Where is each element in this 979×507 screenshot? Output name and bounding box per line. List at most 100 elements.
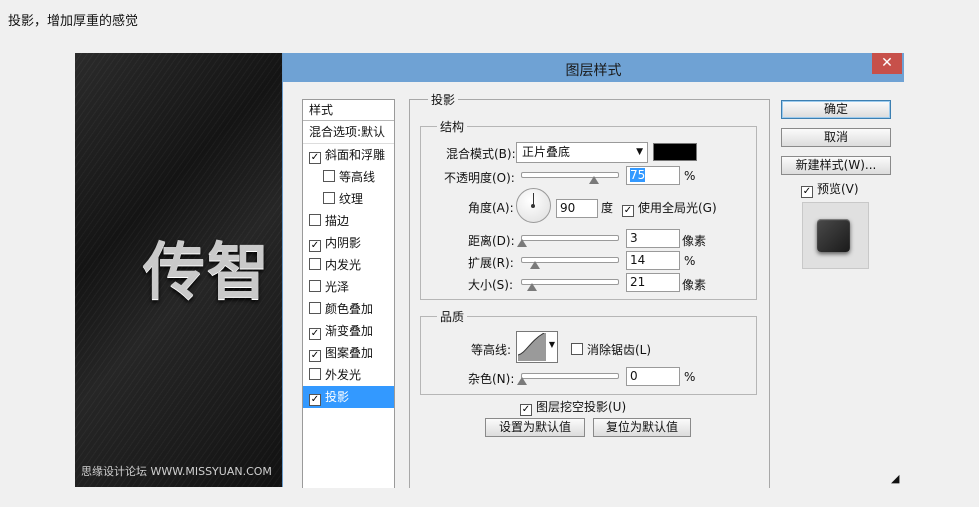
style-preview-box — [802, 202, 869, 269]
style-item-check-icon[interactable]: ✓ — [309, 240, 321, 252]
blend-mode-label: 混合模式(B): — [446, 147, 516, 161]
cancel-button[interactable]: 取消 — [781, 128, 891, 147]
antialias-label: 消除锯齿(L) — [587, 343, 652, 357]
contour-picker[interactable]: ▼ — [516, 331, 558, 363]
resize-grip-icon[interactable]: ◢ — [891, 473, 903, 485]
style-item-check-icon[interactable] — [309, 280, 321, 292]
spread-input[interactable]: 14 — [626, 251, 680, 270]
watermark: 思缘设计论坛 WWW.MISSYUAN.COM — [81, 465, 272, 478]
distance-unit: 像素 — [682, 234, 707, 248]
preview-label: 预览(V) — [817, 182, 859, 196]
distance-input[interactable]: 3 — [626, 229, 680, 248]
blend-options-item[interactable]: 混合选项:默认 — [303, 121, 394, 144]
style-item-check-icon[interactable] — [309, 302, 321, 314]
shadow-color-swatch[interactable] — [653, 143, 697, 161]
style-item-check-icon[interactable] — [309, 258, 321, 270]
style-item[interactable]: ✓ 投影 — [303, 386, 394, 408]
style-item-label: 内发光 — [325, 258, 362, 272]
noise-input[interactable]: 0 — [626, 367, 680, 386]
make-default-button[interactable]: 设置为默认值 — [485, 418, 585, 437]
reset-default-button[interactable]: 复位为默认值 — [593, 418, 691, 437]
size-slider-thumb[interactable] — [526, 283, 537, 291]
section-title: 投影 — [428, 91, 459, 108]
style-item[interactable]: ✓ 斜面和浮雕 — [303, 144, 394, 166]
size-label: 大小(S): — [468, 278, 514, 292]
style-item[interactable]: 描边 — [303, 210, 394, 232]
style-item-check-icon[interactable]: ✓ — [309, 350, 321, 362]
page-caption: 投影，增加厚重的感觉 — [8, 14, 139, 29]
opacity-unit: % — [684, 169, 696, 183]
noise-unit: % — [684, 370, 696, 384]
distance-label: 距离(D): — [468, 234, 515, 248]
angle-unit: 度 — [601, 201, 614, 215]
layer-style-dialog: 图层样式 ✕ 样式 混合选项:默认 ✓ 斜面和浮雕等高线纹理描边 ✓ 内阴影内发光光泽… — [282, 53, 904, 488]
size-input[interactable]: 21 — [626, 273, 680, 292]
close-icon: ✕ — [881, 55, 893, 71]
noise-slider-thumb[interactable] — [517, 377, 527, 385]
contour-chevron-icon: ▼ — [548, 340, 555, 349]
style-item-check-icon[interactable]: ✓ — [309, 394, 321, 406]
opacity-slider-thumb[interactable] — [589, 176, 599, 184]
spread-label: 扩展(R): — [468, 256, 514, 270]
style-item-label: 等高线 — [339, 170, 376, 184]
contour-curve-icon — [518, 333, 546, 361]
spread-slider[interactable] — [521, 257, 619, 269]
global-light-checkbox[interactable]: ✓ 使用全局光(G) — [622, 199, 717, 217]
antialias-check-icon — [571, 343, 583, 355]
canvas-preview: 传智 思缘设计论坛 WWW.MISSYUAN.COM — [75, 53, 287, 487]
noise-slider[interactable] — [517, 373, 619, 385]
style-item-check-icon[interactable] — [309, 368, 321, 380]
close-button[interactable]: ✕ — [872, 53, 902, 74]
dialog-titlebar[interactable]: 图层样式 ✕ — [283, 53, 904, 82]
style-item[interactable]: 内发光 — [303, 254, 394, 276]
antialias-checkbox[interactable]: 消除锯齿(L) — [571, 341, 651, 358]
style-item-check-icon[interactable] — [323, 192, 335, 204]
style-item-label: 颜色叠加 — [325, 302, 374, 316]
new-style-button[interactable]: 新建样式(W)... — [781, 156, 891, 175]
style-item-check-icon[interactable]: ✓ — [309, 328, 321, 340]
preview-checkbox[interactable]: ✓ 预览(V) — [801, 180, 859, 198]
opacity-value: 75 — [630, 168, 646, 182]
style-item-label: 投影 — [325, 390, 350, 404]
style-item[interactable]: ✓ 图案叠加 — [303, 342, 394, 364]
angle-dial[interactable] — [516, 188, 551, 223]
style-item[interactable]: 外发光 — [303, 364, 394, 386]
style-item-check-icon[interactable] — [309, 214, 321, 226]
style-item-label: 渐变叠加 — [325, 324, 374, 338]
blend-mode-select[interactable]: 正片叠底 ▼ — [516, 142, 648, 163]
style-item-label: 描边 — [325, 214, 350, 228]
angle-label: 角度(A): — [468, 201, 514, 215]
knockout-checkbox[interactable]: ✓ 图层挖空投影(U) — [520, 398, 626, 416]
size-unit: 像素 — [682, 278, 707, 292]
style-item-label: 光泽 — [325, 280, 350, 294]
style-item[interactable]: 等高线 — [303, 166, 394, 188]
spread-slider-thumb[interactable] — [530, 261, 541, 269]
ok-button[interactable]: 确定 — [781, 100, 891, 119]
global-light-label: 使用全局光(G) — [638, 201, 717, 215]
style-item-check-icon[interactable]: ✓ — [309, 152, 321, 164]
contour-label: 等高线: — [471, 343, 512, 357]
style-item-check-icon[interactable] — [323, 170, 335, 182]
knockout-check-icon: ✓ — [520, 404, 532, 416]
style-item[interactable]: 颜色叠加 — [303, 298, 394, 320]
style-item[interactable]: 纹理 — [303, 188, 394, 210]
blend-mode-value: 正片叠底 — [522, 145, 571, 159]
opacity-input[interactable]: 75 — [626, 166, 680, 185]
style-item[interactable]: ✓ 渐变叠加 — [303, 320, 394, 342]
angle-dial-center — [531, 204, 535, 208]
style-item[interactable]: 光泽 — [303, 276, 394, 298]
distance-slider-thumb[interactable] — [517, 239, 527, 247]
size-slider[interactable] — [521, 279, 619, 291]
chevron-down-icon: ▼ — [636, 147, 643, 157]
distance-slider[interactable] — [517, 235, 619, 247]
styles-list-header[interactable]: 样式 — [303, 100, 394, 121]
style-preview-swatch — [817, 219, 850, 252]
preview-check-icon: ✓ — [801, 186, 813, 198]
quality-group: 品质 等高线: ▼ 消除锯齿(L) 杂色(N): 0 % — [420, 308, 757, 395]
global-light-check-icon: ✓ — [622, 205, 634, 217]
angle-input[interactable]: 90 — [556, 199, 598, 218]
opacity-slider[interactable] — [521, 172, 619, 184]
quality-legend: 品质 — [437, 308, 468, 325]
styles-list: 样式 混合选项:默认 ✓ 斜面和浮雕等高线纹理描边 ✓ 内阴影内发光光泽颜色叠加 ✓ 渐变… — [302, 99, 395, 488]
style-item[interactable]: ✓ 内阴影 — [303, 232, 394, 254]
